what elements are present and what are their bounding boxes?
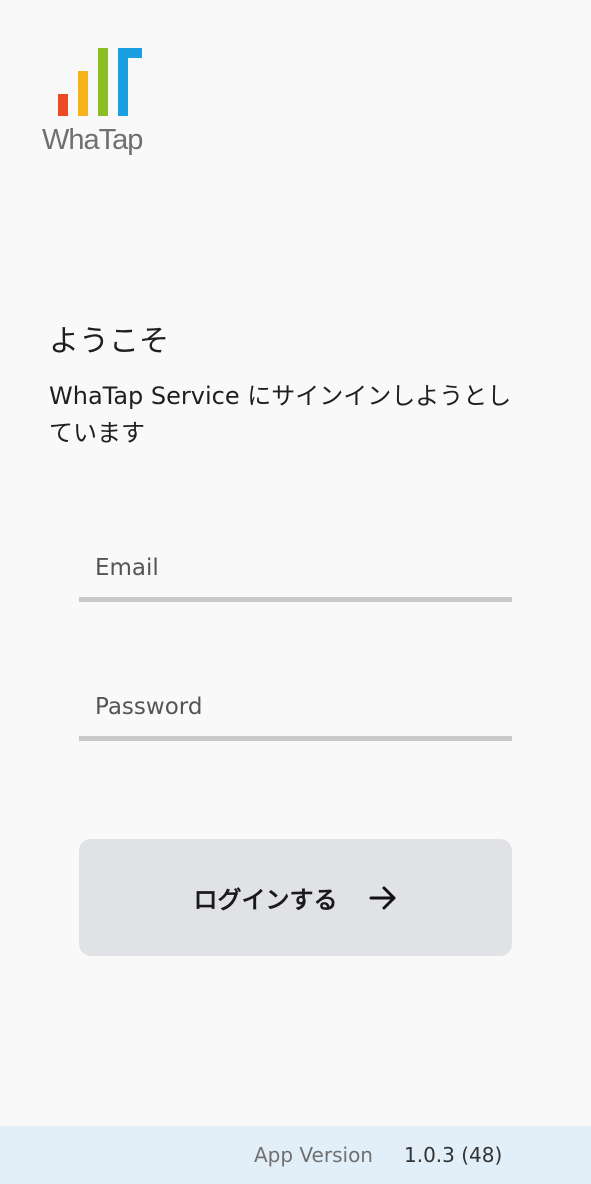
welcome-title: ようこそ: [49, 324, 169, 359]
whatap-logo: WhaTap: [42, 46, 152, 158]
logo-wordmark: WhaTap: [42, 124, 143, 156]
arrow-right-icon: [369, 886, 395, 909]
logo-bars-icon: [58, 46, 144, 116]
logo-bar-green: [98, 48, 108, 116]
welcome-description: WhaTap Service にサインインしようとしています: [49, 382, 512, 447]
login-button[interactable]: ログインする: [79, 839, 512, 956]
email-input[interactable]: [79, 540, 512, 596]
logo-bar-red: [58, 94, 68, 116]
app-version-value: 1.0.3 (48): [404, 1143, 503, 1167]
login-button-label: ログインする: [193, 887, 338, 914]
password-input[interactable]: [79, 679, 512, 735]
footer-bar: App Version 1.0.3 (48): [0, 1126, 591, 1184]
logo-bar-blue: [118, 48, 128, 116]
email-underline: [79, 597, 512, 602]
password-underline: [79, 736, 512, 741]
email-field-container: [79, 540, 512, 602]
app-version-label: App Version: [254, 1143, 373, 1167]
password-field-container: [79, 679, 512, 741]
logo-bar-blue-cap: [118, 48, 142, 58]
logo-bar-yellow: [78, 71, 88, 116]
